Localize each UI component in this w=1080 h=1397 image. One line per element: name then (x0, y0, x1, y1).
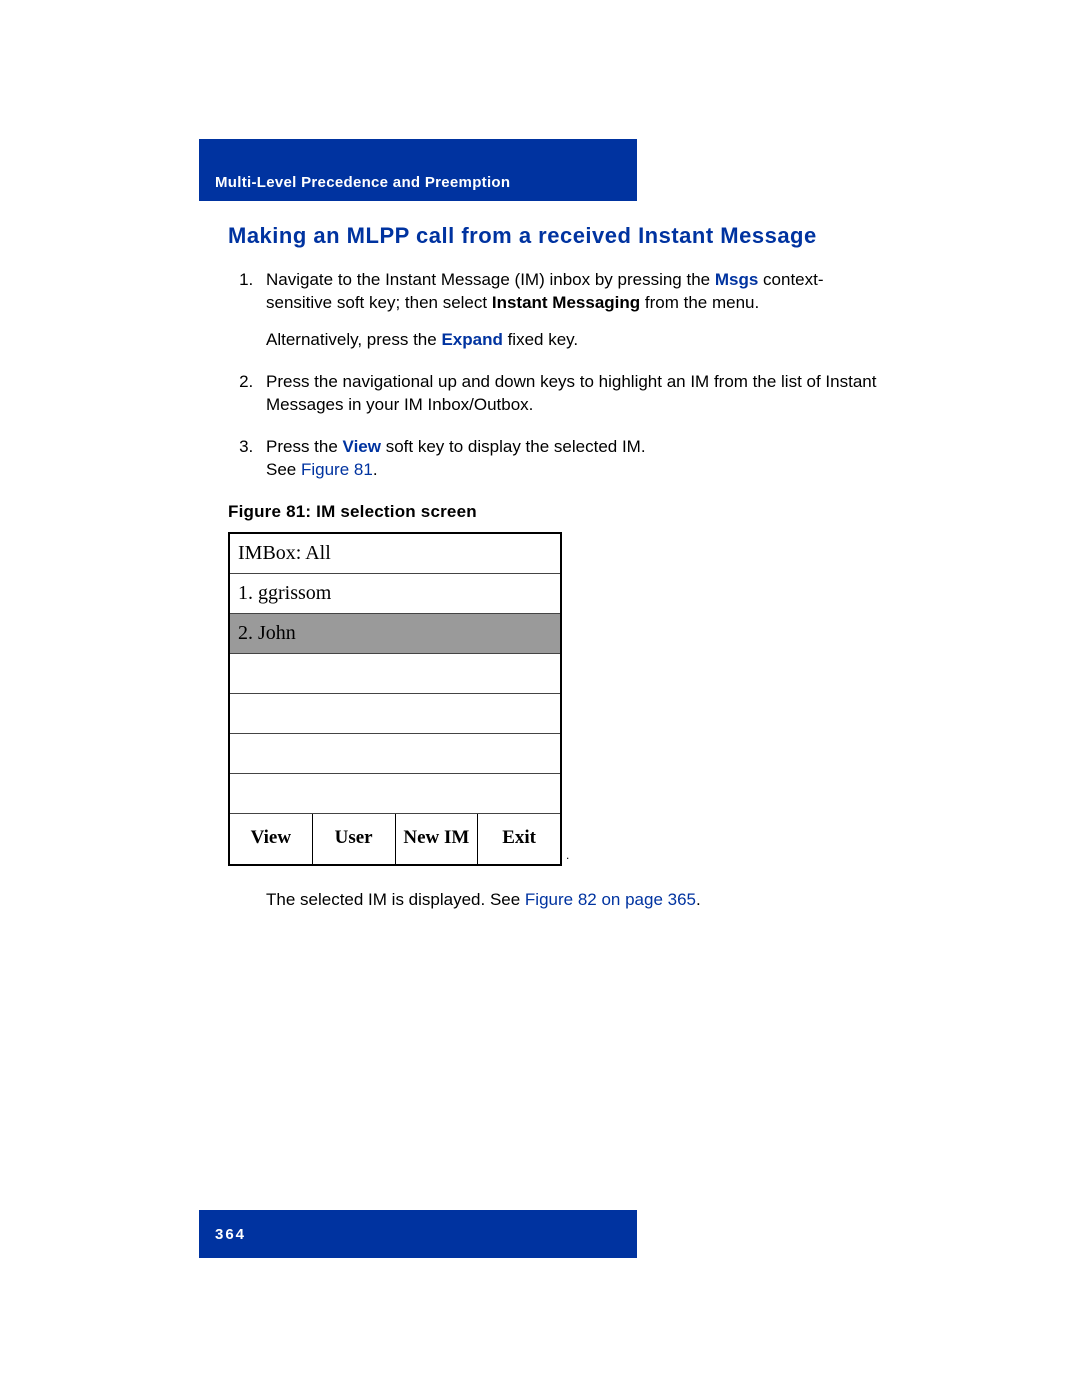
step-3: Press the View soft key to display the s… (258, 435, 888, 482)
figure-trailing-dot: . (566, 848, 569, 862)
step-1-alt-a: Alternatively, press the (266, 330, 441, 349)
step-1-alternative: Alternatively, press the Expand fixed ke… (266, 328, 888, 351)
im-list-row-2-selected: 2. John (230, 614, 560, 654)
after-figure-text-b: . (696, 890, 701, 909)
page-footer-bar: 364 (199, 1210, 637, 1258)
step-1-text-c: from the menu. (640, 293, 759, 312)
step-1-alt-b: fixed key. (503, 330, 578, 349)
step-3-text-b: soft key to display the selected IM. (381, 437, 646, 456)
after-figure-paragraph: The selected IM is displayed. See Figure… (228, 888, 888, 911)
after-figure-text-a: The selected IM is displayed. See (266, 890, 525, 909)
im-list-row-empty-3 (230, 734, 560, 774)
document-page: Multi-Level Precedence and Preemption Ma… (0, 0, 1080, 1397)
expand-key-ref: Expand (441, 330, 502, 349)
im-list-row-1: 1. ggrissom (230, 574, 560, 614)
step-2: Press the navigational up and down keys … (258, 370, 888, 417)
chapter-title: Multi-Level Precedence and Preemption (215, 174, 510, 191)
figure-81-link[interactable]: Figure 81 (301, 460, 373, 479)
softkey-exit: Exit (478, 814, 560, 864)
instant-messaging-ref: Instant Messaging (492, 293, 640, 312)
im-row-1-text: 1. ggrissom (238, 582, 331, 605)
figure-caption: Figure 81: IM selection screen (228, 502, 888, 522)
figure-82-link[interactable]: Figure 82 on page 365 (525, 890, 696, 909)
page-content: Making an MLPP call from a received Inst… (228, 222, 888, 911)
softkey-new-im: New IM (396, 814, 479, 864)
im-selection-screen-figure: IMBox: All 1. ggrissom 2. John View User… (228, 532, 562, 866)
im-list-row-empty-2 (230, 694, 560, 734)
im-list-row-empty-1 (230, 654, 560, 694)
im-list-row-empty-4 (230, 774, 560, 814)
imbox-title-text: IMBox: All (238, 542, 331, 565)
step-1: Navigate to the Instant Message (IM) inb… (258, 268, 888, 352)
page-number: 364 (215, 1226, 246, 1243)
step-3-period: . (373, 460, 378, 479)
step-2-text: Press the navigational up and down keys … (266, 372, 876, 414)
chapter-header-bar: Multi-Level Precedence and Preemption (199, 139, 637, 201)
msgs-softkey-ref: Msgs (715, 270, 758, 289)
softkey-view: View (230, 814, 313, 864)
step-3-see: See (266, 460, 301, 479)
imbox-title-row: IMBox: All (230, 534, 560, 574)
steps-list: Navigate to the Instant Message (IM) inb… (228, 268, 888, 482)
softkey-row: View User New IM Exit (230, 814, 560, 864)
softkey-user: User (313, 814, 396, 864)
step-1-text-a: Navigate to the Instant Message (IM) inb… (266, 270, 715, 289)
section-title: Making an MLPP call from a received Inst… (228, 222, 888, 250)
im-row-2-text: 2. John (238, 622, 296, 645)
view-softkey-ref: View (343, 437, 381, 456)
step-3-text-a: Press the (266, 437, 343, 456)
